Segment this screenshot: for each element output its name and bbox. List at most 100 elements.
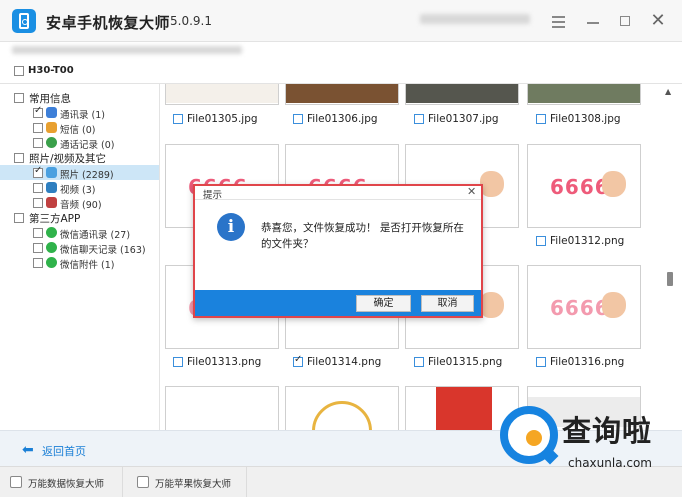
item-label: 照片 (2289) — [60, 170, 114, 181]
info-bar — [0, 42, 682, 58]
item-checkbox[interactable] — [33, 183, 43, 193]
back-home-link[interactable]: 返回首页 — [42, 443, 86, 459]
group-checkbox[interactable] — [14, 213, 24, 223]
item-checkbox[interactable] — [33, 228, 43, 238]
group-checkbox[interactable] — [14, 93, 24, 103]
item-checkbox[interactable] — [33, 198, 43, 208]
scrollbar-thumb[interactable] — [667, 272, 673, 286]
file-thumbnail[interactable] — [285, 386, 399, 430]
file-checkbox[interactable] — [536, 114, 546, 124]
file-thumbnail[interactable] — [165, 386, 279, 430]
device-checkbox[interactable] — [14, 66, 24, 76]
group-media[interactable]: 照片/视频及其它 — [0, 150, 159, 165]
file-checkbox[interactable] — [293, 114, 303, 124]
wechat-icon — [46, 242, 57, 253]
sidebar-item-photos[interactable]: 照片 (2289) — [0, 165, 159, 181]
item-checkbox[interactable] — [33, 258, 43, 268]
group-label: 照片/视频及其它 — [29, 153, 107, 165]
item-label: 微信通讯录 (27) — [60, 230, 131, 241]
info-icon: i — [217, 213, 245, 241]
item-checkbox[interactable] — [33, 165, 43, 178]
sidebar-item-videos[interactable]: 视频 (3) — [0, 180, 159, 196]
file-name: File01315.png — [428, 356, 503, 368]
file-name: File01316.png — [550, 356, 625, 368]
call-log-icon — [46, 137, 57, 148]
photo-icon — [46, 167, 57, 178]
app-version: 5.0.9.1 — [170, 14, 212, 28]
contacts-icon — [46, 107, 57, 118]
minimize-icon[interactable] — [583, 11, 603, 31]
sidebar-item-contacts[interactable]: 通讯录 (1) — [0, 105, 159, 121]
item-label: 微信附件 (1) — [60, 260, 115, 271]
file-thumbnail[interactable] — [285, 84, 399, 105]
file-thumbnail[interactable]: 6666 — [527, 265, 641, 349]
dialog-footer: 确定 取消 — [195, 290, 481, 316]
file-checkbox[interactable] — [173, 357, 183, 367]
dialog-header: 提示 ✕ — [195, 185, 481, 201]
file-name: File01307.jpg — [428, 113, 499, 125]
group-third-party-app[interactable]: 第三方APP — [0, 210, 159, 225]
menu-icon[interactable] — [548, 11, 568, 31]
hand-graphic — [602, 292, 626, 318]
item-checkbox[interactable] — [33, 243, 43, 253]
maximize-icon[interactable] — [615, 11, 635, 31]
item-label: 微信聊天记录 (163) — [60, 245, 146, 256]
group-label: 常用信息 — [29, 93, 71, 105]
file-name: File01305.jpg — [187, 113, 258, 125]
file-checkbox[interactable] — [414, 357, 424, 367]
file-checkbox[interactable] — [414, 114, 424, 124]
file-thumbnail[interactable] — [165, 84, 279, 105]
hand-graphic — [480, 171, 504, 197]
sidebar-item-audio[interactable]: 音频 (90) — [0, 195, 159, 211]
sidebar-item-wechat-chats[interactable]: 微信聊天记录 (163) — [0, 240, 159, 256]
cancel-button[interactable]: 取消 — [421, 295, 474, 312]
item-label: 视频 (3) — [60, 185, 96, 196]
watermark-logo: 查询啦 chaxunla.com — [500, 406, 678, 478]
blurred-info-text — [12, 46, 242, 54]
file-checkbox[interactable] — [293, 354, 303, 367]
scroll-up-icon[interactable]: ▲ — [665, 87, 671, 96]
file-name: File01313.png — [187, 356, 262, 368]
app-logo-icon — [12, 9, 36, 33]
sidebar-item-wechat-contacts[interactable]: 微信通讯录 (27) — [0, 225, 159, 241]
file-checkbox[interactable] — [173, 114, 183, 124]
tab-label: 万能数据恢复大师 — [28, 479, 105, 490]
video-icon — [46, 182, 57, 193]
item-label: 短信 (0) — [60, 125, 96, 136]
item-checkbox[interactable] — [33, 123, 43, 133]
group-common-info[interactable]: 常用信息 — [0, 90, 159, 105]
file-thumbnail[interactable]: 6666 — [527, 144, 641, 228]
file-name: File01314.png — [307, 356, 382, 368]
dialog-close-icon[interactable]: ✕ — [467, 185, 476, 198]
file-thumbnail[interactable] — [527, 84, 641, 105]
file-name: File01306.jpg — [307, 113, 378, 125]
file-thumbnail[interactable] — [405, 84, 519, 105]
success-dialog: 提示 ✕ i 恭喜您，文件恢复成功！ 是否打开恢复所在的文件夹？ 确定 取消 — [193, 184, 483, 318]
item-label: 通话记录 (0) — [60, 140, 115, 151]
tab-apple-recovery-master[interactable]: 万能苹果恢复大师 — [127, 467, 247, 497]
file-checkbox[interactable] — [536, 236, 546, 246]
tab-label: 万能苹果恢复大师 — [155, 479, 232, 490]
close-window-icon[interactable]: ✕ — [648, 11, 668, 31]
group-label: 第三方APP — [29, 213, 81, 225]
device-name: H30-T00 — [28, 65, 74, 76]
sidebar-item-sms[interactable]: 短信 (0) — [0, 120, 159, 136]
title-bar: 安卓手机恢复大师 5.0.9.1 ✕ — [0, 0, 682, 42]
watermark-text: 查询啦 — [562, 414, 653, 448]
audio-icon — [46, 197, 57, 208]
thumbnail-text: 6666 — [550, 296, 610, 320]
group-checkbox[interactable] — [14, 153, 24, 163]
tab-data-recovery-master[interactable]: 万能数据恢复大师 — [0, 467, 123, 497]
file-checkbox[interactable] — [536, 357, 546, 367]
back-arrow-icon[interactable]: ⬅ — [22, 442, 34, 458]
item-checkbox[interactable] — [33, 138, 43, 148]
ok-button[interactable]: 确定 — [356, 295, 411, 312]
sidebar-item-wechat-attachments[interactable]: 微信附件 (1) — [0, 255, 159, 271]
item-checkbox[interactable] — [33, 105, 43, 118]
file-name: File01308.jpg — [550, 113, 621, 125]
hand-graphic — [480, 292, 504, 318]
sidebar-item-call-log[interactable]: 通话记录 (0) — [0, 135, 159, 151]
item-label: 通讯录 (1) — [60, 110, 105, 121]
dialog-title: 提示 — [203, 190, 223, 201]
hand-graphic — [602, 171, 626, 197]
